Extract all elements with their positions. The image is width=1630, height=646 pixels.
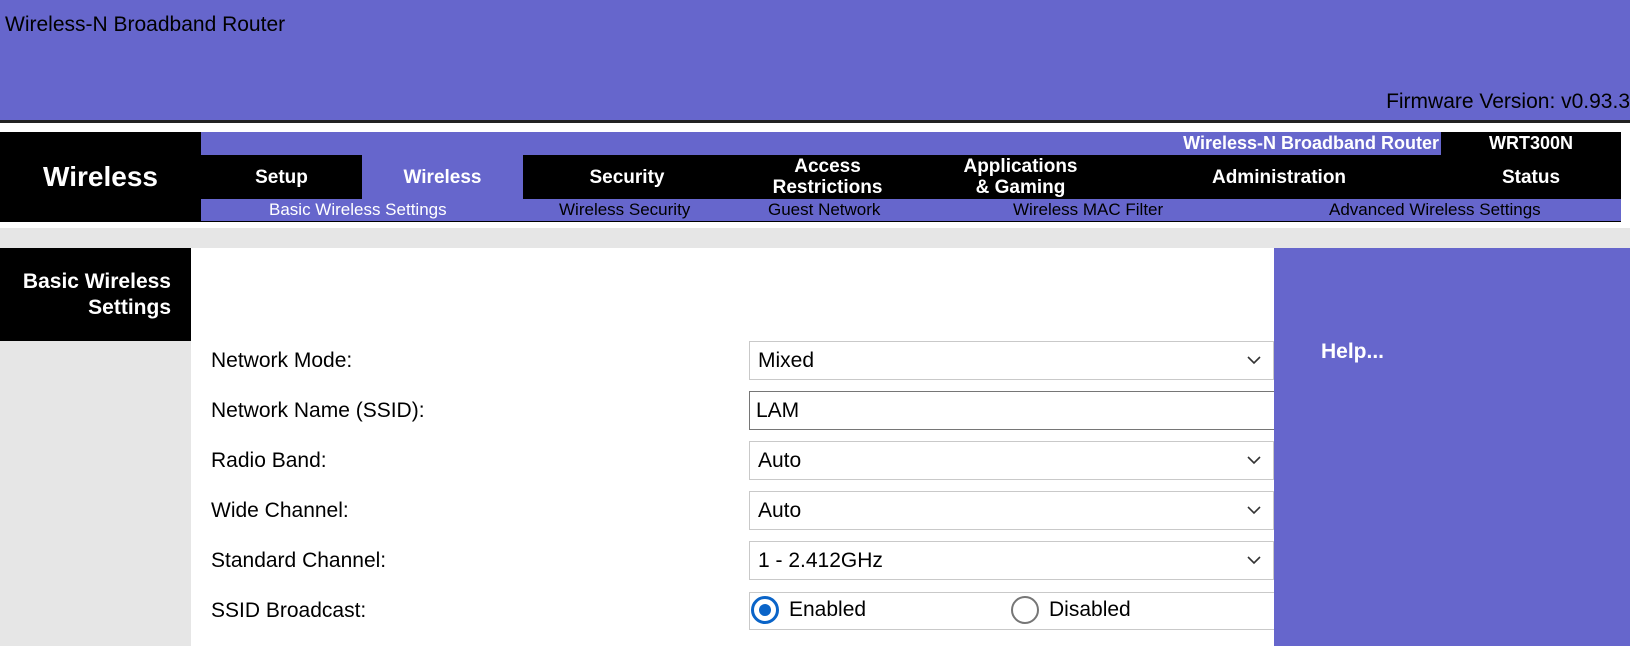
chevron-down-icon bbox=[1247, 456, 1261, 465]
standard-channel-label: Standard Channel: bbox=[211, 549, 387, 572]
section-heading: Basic Wireless Settings bbox=[0, 248, 191, 341]
tab-wireless[interactable]: Wireless bbox=[362, 155, 523, 199]
ssid-broadcast-label: SSID Broadcast: bbox=[211, 599, 367, 622]
wide-channel-value: Auto bbox=[758, 499, 802, 522]
tab-apps-line2: & Gaming bbox=[975, 177, 1066, 198]
page-banner-title: Wireless-N Broadband Router bbox=[5, 13, 286, 36]
model-name: WRT300N bbox=[1488, 133, 1573, 153]
tab-status[interactable]: Status bbox=[1441, 155, 1621, 199]
ssid-broadcast-enabled-radio[interactable] bbox=[751, 596, 779, 624]
radio-band-select[interactable]: Auto bbox=[749, 441, 1274, 480]
ssid-input[interactable]: LAM bbox=[749, 391, 1274, 430]
tab-access-line2: Restrictions bbox=[772, 177, 883, 198]
radio-band-label: Radio Band: bbox=[211, 449, 327, 472]
network-mode-label: Network Mode: bbox=[211, 349, 353, 372]
ssid-broadcast-enabled-label[interactable]: Enabled bbox=[789, 598, 866, 622]
section-title: Wireless bbox=[43, 161, 158, 192]
wide-channel-select[interactable]: Auto bbox=[749, 491, 1274, 530]
chevron-down-icon bbox=[1247, 556, 1261, 565]
help-panel bbox=[1274, 248, 1630, 646]
network-mode-value: Mixed bbox=[758, 349, 815, 372]
network-mode-select[interactable]: Mixed bbox=[749, 341, 1274, 380]
product-name: Wireless-N Broadband Router bbox=[1183, 133, 1439, 153]
tab-setup[interactable]: Setup bbox=[201, 155, 362, 199]
tab-apps-line1: Applications bbox=[963, 156, 1078, 177]
header-spacer bbox=[0, 228, 1630, 248]
standard-channel-select[interactable]: 1 - 2.412GHz bbox=[749, 541, 1274, 580]
subtab-guest-network[interactable]: Guest Network bbox=[768, 199, 880, 221]
firmware-version: Firmware Version: v0.93.3 bbox=[1386, 90, 1630, 113]
tab-access-restrictions[interactable]: Access Restrictions bbox=[731, 155, 924, 199]
subtab-basic-wireless-settings[interactable]: Basic Wireless Settings bbox=[269, 199, 447, 221]
wide-channel-label: Wide Channel: bbox=[211, 499, 349, 522]
top-banner: Wireless-N Broadband Router Firmware Ver… bbox=[0, 0, 1630, 120]
chevron-down-icon bbox=[1247, 506, 1261, 515]
subtab-wireless-security[interactable]: Wireless Security bbox=[559, 199, 690, 221]
chevron-down-icon bbox=[1247, 356, 1261, 365]
ssid-broadcast-disabled-radio[interactable] bbox=[1011, 596, 1039, 624]
banner-divider bbox=[0, 120, 1630, 123]
subtab-wireless-mac-filter[interactable]: Wireless MAC Filter bbox=[1013, 199, 1163, 221]
section-heading-line1: Basic Wireless bbox=[22, 270, 171, 293]
radio-band-value: Auto bbox=[758, 449, 802, 472]
standard-channel-value: 1 - 2.412GHz bbox=[758, 549, 883, 572]
subtab-advanced-wireless-settings[interactable]: Advanced Wireless Settings bbox=[1329, 199, 1541, 221]
tab-applications-gaming[interactable]: Applications & Gaming bbox=[924, 155, 1117, 199]
help-link[interactable]: Help... bbox=[1321, 340, 1384, 364]
tab-security[interactable]: Security bbox=[523, 155, 731, 199]
tab-administration[interactable]: Administration bbox=[1117, 155, 1441, 199]
section-heading-line2: Settings bbox=[88, 296, 171, 319]
ssid-label: Network Name (SSID): bbox=[211, 399, 425, 422]
header-edge bbox=[1621, 132, 1630, 222]
ssid-broadcast-disabled-label[interactable]: Disabled bbox=[1049, 598, 1131, 622]
tab-access-line1: Access bbox=[794, 156, 861, 177]
